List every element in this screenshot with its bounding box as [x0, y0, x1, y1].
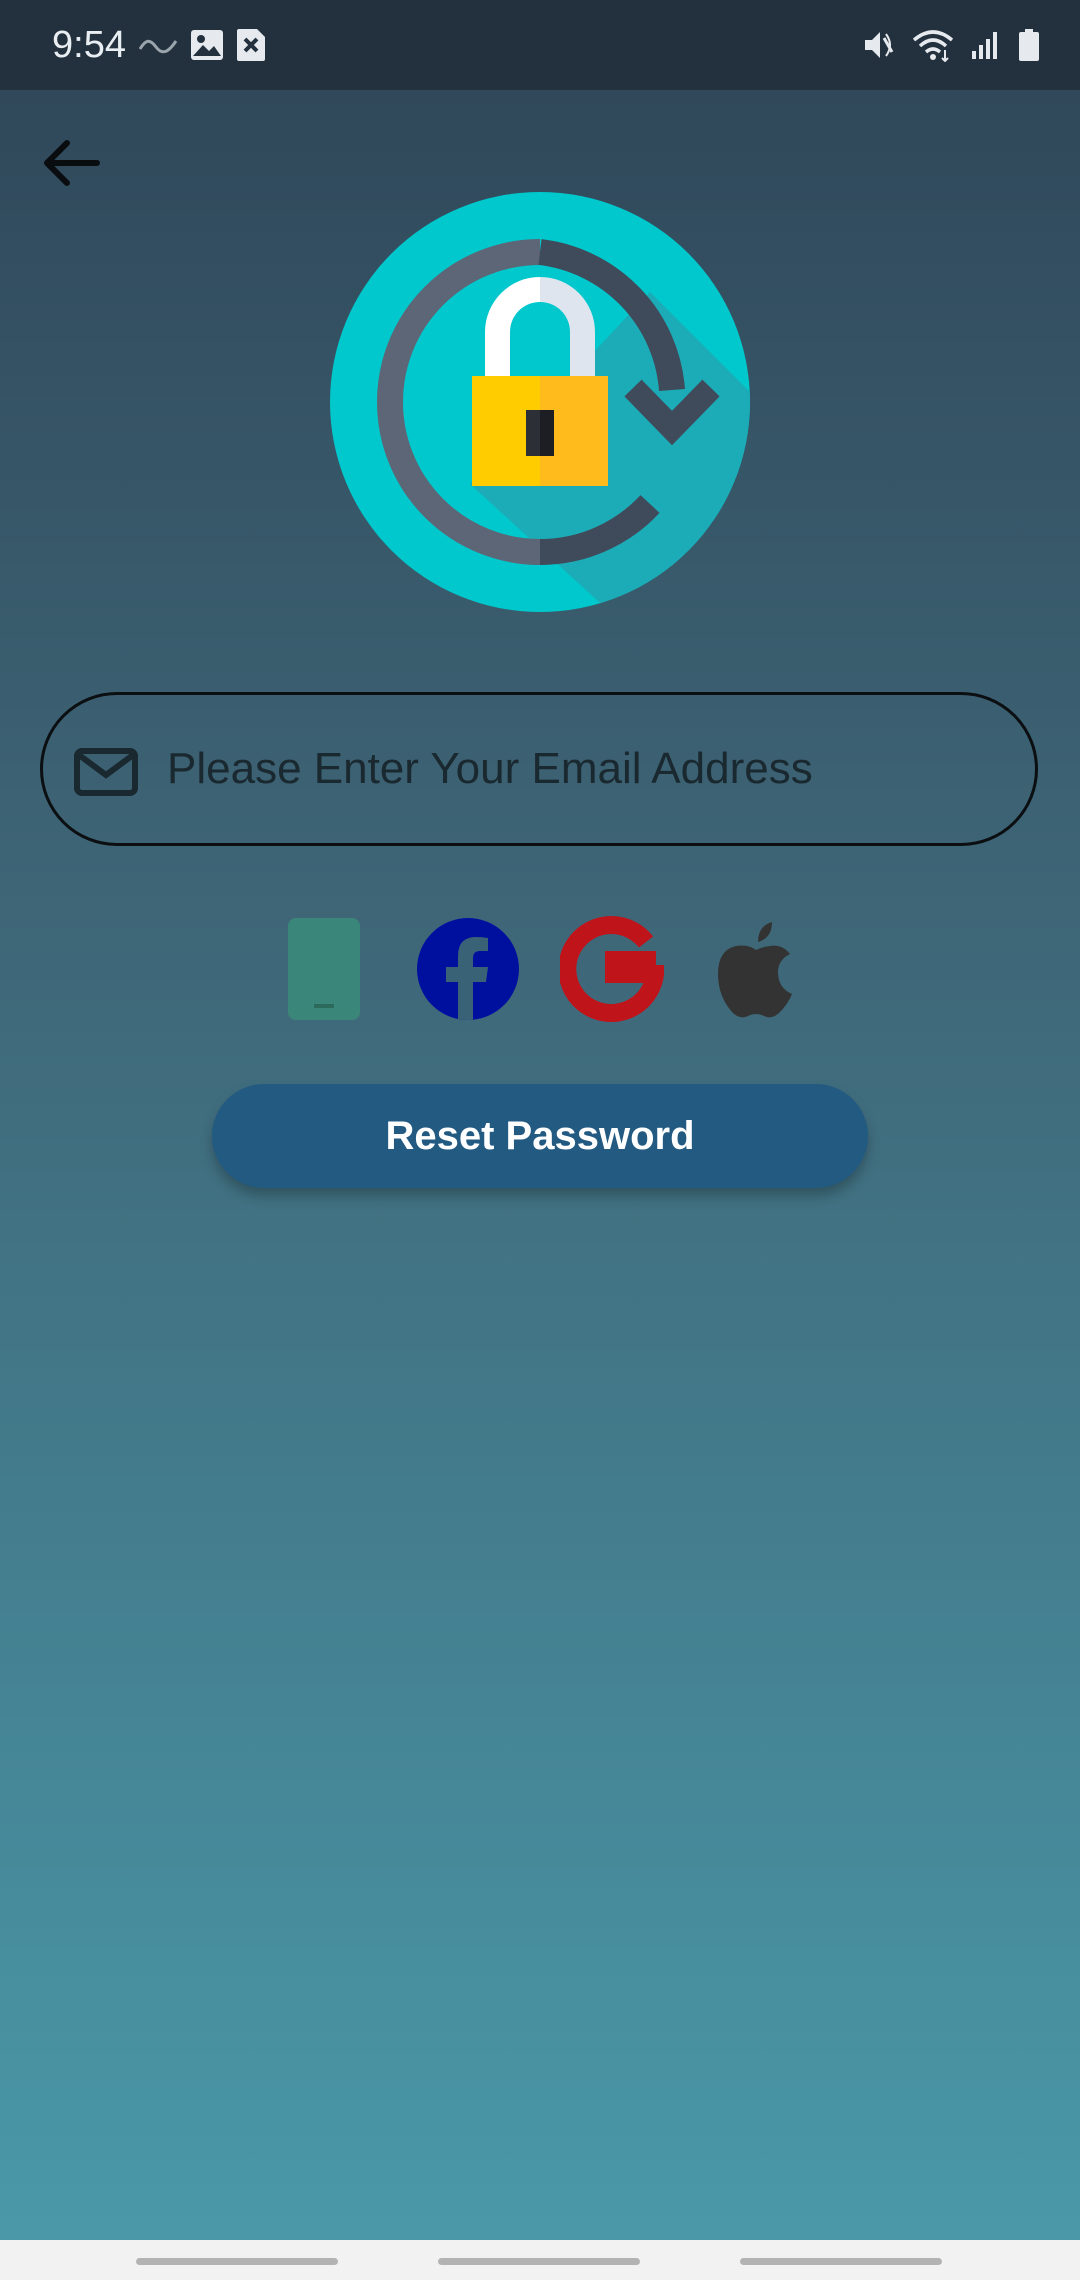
close-box-icon: [237, 29, 265, 61]
phone-login-button[interactable]: [286, 916, 362, 1022]
facebook-icon: [417, 918, 519, 1020]
apple-login-button[interactable]: [714, 916, 798, 1022]
nav-back-handle[interactable]: [740, 2258, 942, 2265]
email-input[interactable]: [167, 729, 1007, 809]
signal-icon: [972, 32, 997, 59]
reset-password-button[interactable]: Reset Password: [212, 1084, 868, 1188]
phone-icon: [288, 918, 360, 1020]
google-icon: [558, 916, 666, 1022]
social-login-row: [280, 916, 810, 1022]
image-icon: [191, 30, 223, 60]
nav-recents-handle[interactable]: [136, 2258, 338, 2265]
email-field[interactable]: [40, 692, 1038, 846]
back-button[interactable]: [36, 128, 106, 198]
navigation-bar: [0, 2240, 1080, 2280]
envelope-icon: [74, 748, 138, 796]
wave-icon: [138, 39, 178, 54]
arrow-left-icon: [44, 140, 100, 186]
wifi-icon: [912, 30, 954, 62]
status-right-icons: [862, 22, 1040, 68]
nav-home-handle[interactable]: [438, 2258, 640, 2265]
status-time: 9:54: [52, 24, 126, 66]
google-login-button[interactable]: [558, 916, 666, 1022]
lock-reset-icon: [330, 192, 750, 612]
status-bar: 9:54: [0, 0, 1080, 90]
mute-icon: [865, 32, 894, 58]
facebook-login-button[interactable]: [416, 916, 520, 1022]
apple-icon: [718, 922, 792, 1018]
battery-icon: [1019, 29, 1039, 61]
status-left-icons: [138, 22, 266, 68]
